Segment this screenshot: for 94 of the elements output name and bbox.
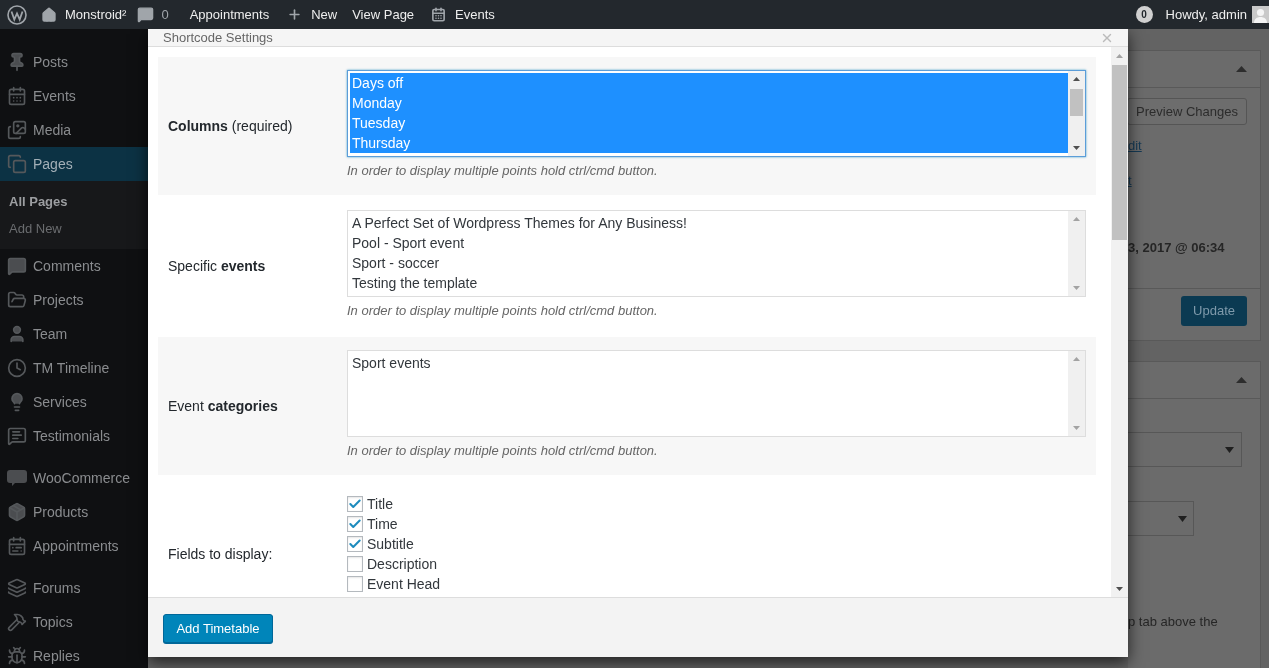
calendar-icon [7,86,27,106]
dialog-title: Shortcode Settings [163,29,273,46]
sidebar-item[interactable]: Pages [0,147,148,181]
select-option[interactable]: Testing the template [350,273,1068,293]
hint-text: In order to display multiple points hold ctrl/cmd button. [347,302,659,320]
add-timetable-button[interactable]: Add Timetable [163,614,273,643]
select-option[interactable]: Tuesday [350,113,1068,133]
sidebar-item[interactable]: TM Timeline [0,351,148,385]
sidebar-item[interactable]: Testimonials [0,419,148,453]
sidebar-item[interactable]: Products [0,495,148,529]
speech-bubble-icon [137,6,155,23]
collapse-arrow-icon[interactable] [1236,377,1247,383]
folder-icon [7,290,27,310]
update-button[interactable]: Update [1181,296,1247,326]
multi-select-field[interactable]: A Perfect Set of Wordpress Themes for Any Business! Pool - Sport event Sport - soccer Testing the template [347,210,1086,297]
store-badge-icon [7,470,27,486]
home-icon [41,6,57,23]
sidebar-item[interactable]: Projects [0,283,148,317]
bug-icon [7,646,27,666]
checkbox[interactable] [347,576,363,592]
speech-bubble-icon [7,256,27,276]
select-option[interactable]: A Perfect Set of Wordpress Themes for Any Business! [350,213,1068,233]
scroll-up-icon[interactable] [1073,77,1080,81]
select-option[interactable]: Thursday [350,133,1068,153]
sidebar-item[interactable]: Posts [0,45,148,79]
collapse-arrow-icon[interactable] [1236,66,1247,72]
images-icon [7,120,27,140]
check-icon [348,537,362,551]
multi-select-field[interactable]: Days off Monday Tuesday Thursday [347,70,1086,157]
checkbox[interactable] [347,556,363,572]
pin-icon [7,52,27,72]
caret-icon [1225,446,1234,453]
sidebar-item[interactable]: Forums [0,571,148,605]
logo-icon[interactable] [7,4,27,25]
dropdown-field[interactable] [1128,432,1242,467]
sidebar-item[interactable]: Replies [0,639,148,668]
hint-text: In order to display multiple points hold ctrl/cmd button. [347,442,659,460]
sidebar-item[interactable]: Media [0,113,148,147]
check-icon [348,517,362,531]
clock-icon [7,358,27,378]
toolbar-link[interactable]: View Page [344,0,424,29]
sidebar-item[interactable]: Topics [0,605,148,639]
hammer-icon [7,612,27,632]
checkbox-label[interactable]: Title [367,493,393,515]
plus-icon [287,7,303,22]
checkbox-label[interactable]: Subtitle [367,533,414,555]
select-option[interactable]: Monday [350,93,1068,113]
submenu-item[interactable]: All Pages [0,188,148,215]
submenu-item[interactable]: Add New [0,215,148,242]
sidebar-item[interactable]: WooCommerce [0,461,148,495]
account-link[interactable]: Howdy, admin [1165,0,1247,29]
notification-count[interactable]: 0 [1135,6,1153,23]
scroll-down-icon[interactable] [1073,146,1080,150]
scroll-down-icon[interactable] [1116,586,1123,591]
pages-icon [7,154,27,174]
field-label: Event categories [168,396,279,416]
sidebar-item[interactable]: Services [0,385,148,419]
calendar-icon [431,7,447,22]
box-icon [7,502,27,522]
select-option[interactable]: Days off [350,73,1068,93]
checkbox-label[interactable]: Description [367,553,438,575]
dropdown-field[interactable] [1128,501,1194,536]
comments-link[interactable]: 0 [134,0,179,29]
select-option[interactable]: Sport events [350,353,1068,373]
toolbar-link[interactable]: Events [423,0,503,29]
checkbox-label[interactable]: Event Head [367,573,441,595]
multi-select-field[interactable]: Sport events [347,350,1086,437]
scrollbar-thumb[interactable] [1070,89,1083,116]
sidebar-item[interactable]: Comments [0,249,148,283]
person-icon [7,324,27,344]
select-option[interactable]: Pool - Sport event [350,233,1068,253]
layers-icon [7,578,27,598]
toolbar-link[interactable]: New [279,0,345,29]
avatar-icon[interactable] [1252,6,1269,23]
select-option[interactable]: Sport - soccer [350,253,1068,273]
checkbox[interactable] [347,496,363,512]
message-icon [7,426,27,446]
toolbar-link[interactable]: Appointments [178,0,280,29]
site-link[interactable]: Monstroid² [34,0,135,29]
field-label: Specific events [168,256,267,276]
field-label: Fields to display: [168,544,274,564]
scrollbar-thumb[interactable] [1112,65,1127,240]
calendar-icon [7,536,27,556]
sidebar-item[interactable]: Appointments [0,529,148,563]
checkbox[interactable] [347,536,363,552]
checkbox-label[interactable]: Time [367,513,398,535]
sidebar-item[interactable]: Team [0,317,148,351]
caret-icon [1178,515,1187,522]
hint-text: In order to display multiple points hold ctrl/cmd button. [347,162,659,180]
checkbox[interactable] [347,516,363,532]
field-label: Columns (required) [168,116,294,136]
publish-date: 3, 2017 @ 06:34 [1128,239,1225,257]
check-icon [348,497,362,511]
sidebar-item[interactable]: Events [0,79,148,113]
